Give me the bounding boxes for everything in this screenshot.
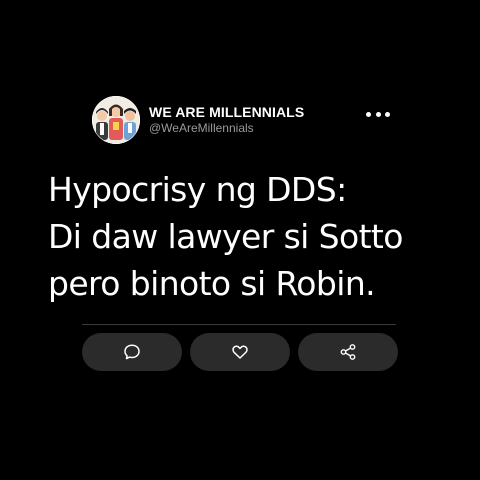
tweet-line: pero binoto si Robin. bbox=[48, 264, 376, 303]
reply-button[interactable] bbox=[82, 333, 182, 371]
handle[interactable]: @WeAreMillennials bbox=[149, 121, 304, 136]
dot-icon bbox=[385, 111, 390, 117]
tweet-header: WE ARE MILLENNIALS @WeAreMillennials bbox=[92, 96, 392, 144]
divider bbox=[82, 324, 396, 325]
action-bar bbox=[82, 333, 398, 371]
tweet-line: Hypocrisy ng DDS: bbox=[48, 170, 347, 209]
comment-icon bbox=[124, 344, 140, 360]
profile-names: WE ARE MILLENNIALS @WeAreMillennials bbox=[149, 104, 304, 136]
dot-icon bbox=[375, 111, 381, 117]
avatar[interactable] bbox=[92, 96, 140, 144]
dot-icon bbox=[366, 111, 371, 117]
share-icon bbox=[340, 344, 356, 360]
share-button[interactable] bbox=[298, 333, 398, 371]
tweet-line: Di daw lawyer si Sotto bbox=[48, 217, 403, 256]
tweet-card: WE ARE MILLENNIALS @WeAreMillennials Hyp… bbox=[0, 0, 480, 480]
like-button[interactable] bbox=[190, 333, 290, 371]
cartoon-group-avatar-icon bbox=[92, 96, 140, 144]
display-name[interactable]: WE ARE MILLENNIALS bbox=[149, 104, 304, 121]
heart-icon bbox=[232, 345, 248, 359]
tweet-text: Hypocrisy ng DDS: Di daw lawyer si Sotto… bbox=[48, 166, 458, 307]
more-options-button[interactable] bbox=[366, 106, 390, 122]
